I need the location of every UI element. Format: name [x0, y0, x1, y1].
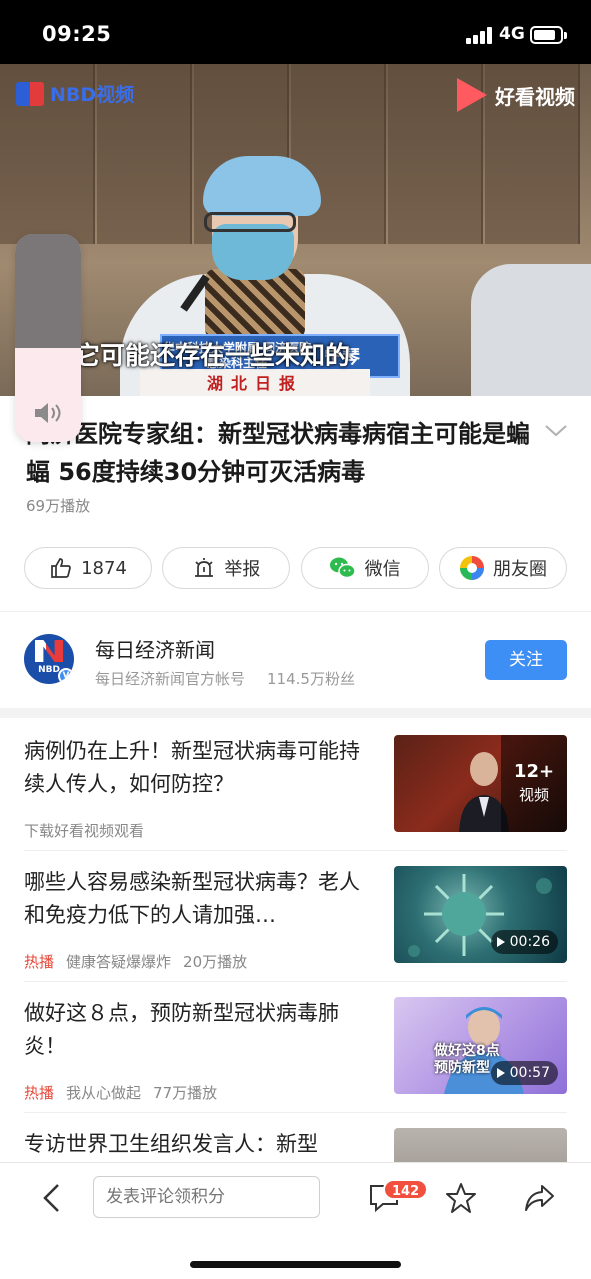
- video-bg-panel: [291, 64, 386, 244]
- moments-share-button[interactable]: 朋友圈: [438, 547, 567, 589]
- thumbnail-caption: 做好这8点 预防新型: [434, 1043, 500, 1077]
- channel-account-type: 每日经济新闻官方帐号: [95, 670, 246, 688]
- video-count-label: 视频: [518, 786, 549, 804]
- hot-tag: 热播: [24, 1084, 55, 1102]
- report-button[interactable]: 举报: [162, 547, 291, 589]
- nbd-logo-icon: [16, 81, 44, 106]
- comment-input[interactable]: [93, 1176, 320, 1218]
- list-item-meta: 热播 健康答疑爆爆炸 20万播放: [24, 951, 247, 972]
- play-icon: [496, 937, 505, 947]
- list-item-plays: 77万播放: [153, 1084, 218, 1102]
- comment-count-badge: 142: [383, 1179, 429, 1200]
- moments-icon: [459, 556, 484, 580]
- video-cap: [203, 156, 321, 216]
- haokan-logo-text: 好看视频: [495, 84, 575, 109]
- list-item-title: 哪些人容易感染新型冠状病毒？老人和免疫力低下的人请加强…: [24, 870, 360, 927]
- list-item-title: 病例仍在上升！新型冠状病毒可能持续人传人，如何防控？: [24, 739, 360, 796]
- moments-label: 朋友圈: [492, 559, 547, 580]
- video-thumbnail[interactable]: 12+ 视频: [394, 735, 567, 832]
- divider: [24, 981, 567, 982]
- video-chair: [471, 264, 591, 396]
- list-item-source: 健康答疑爆爆炸: [66, 953, 172, 971]
- thumbs-up-icon: [51, 558, 71, 578]
- status-time: 09:25: [42, 22, 112, 46]
- wechat-label: 微信: [364, 559, 401, 580]
- video-mask: [212, 224, 294, 280]
- nbd-logo: NBD视频: [16, 80, 134, 107]
- divider: [0, 611, 591, 612]
- channel-avatar[interactable]: NBD V: [24, 634, 74, 684]
- list-item[interactable]: 哪些人容易感染新型冠状病毒？老人和免疫力低下的人请加强… 热播 健康答疑爆爆炸 20…: [24, 866, 567, 997]
- list-item-source: 我从心做起: [66, 1084, 142, 1102]
- nbd-logo-text: NBD视频: [50, 84, 135, 106]
- list-item-title: 专访世界卫生组织发言人：新型: [24, 1132, 318, 1156]
- list-item[interactable]: 做好这８点，预防新型冠状病毒肺炎！ 热播 我从心做起 77万播放 做好这8点 预防新…: [24, 997, 567, 1128]
- duration-text: 00:57: [509, 1065, 550, 1081]
- list-item-plays: 20万播放: [183, 953, 248, 971]
- play-count: 69万播放: [26, 497, 91, 515]
- duration-badge: 00:26: [490, 930, 558, 954]
- report-label: 举报: [224, 559, 261, 580]
- video-count-overlay: 12+ 视频: [501, 735, 567, 832]
- divider: [24, 1112, 567, 1113]
- list-item-meta: 下载好看视频观看: [24, 820, 144, 841]
- video-count: 12+: [513, 761, 555, 782]
- status-bar: 09:25 4G: [0, 0, 591, 64]
- video-title: 同济医院专家组：新型冠状病毒病宿主可能是蝙蝠 56度持续30分钟可灭活病毒: [26, 420, 530, 486]
- like-count: 1874: [81, 557, 127, 579]
- video-thumbnail[interactable]: 做好这8点 预防新型 00:57: [394, 997, 567, 1094]
- video-glasses: [204, 212, 296, 232]
- thumbnail-caption-line: 做好这8点: [434, 1043, 500, 1059]
- signal-icon: [466, 27, 494, 44]
- video-subtitle: 它可能还存在一些未知的: [75, 341, 351, 370]
- follow-button[interactable]: 关注: [485, 640, 567, 680]
- video-thumbnail[interactable]: 00:26: [394, 866, 567, 963]
- verified-badge-icon: V: [58, 668, 74, 684]
- network-type: 4G: [499, 24, 525, 44]
- play-icon: [496, 1068, 505, 1078]
- channel-fans: 114.5万粉丝: [267, 670, 355, 688]
- volume-slider[interactable]: [15, 234, 81, 442]
- action-bar: 1874 举报 微信 朋友圈: [24, 547, 567, 589]
- list-item-title: 做好这８点，预防新型冠状病毒肺炎！: [24, 1001, 339, 1058]
- speaker-icon: [35, 403, 61, 423]
- video-player[interactable]: 华中科技大学附属 同济医院感染科主任 宁琴 湖北日报 它可能还存在一些未知的 N…: [0, 64, 591, 396]
- wechat-share-button[interactable]: 微信: [300, 547, 429, 589]
- battery-icon: [530, 26, 567, 44]
- duration-text: 00:26: [509, 934, 550, 950]
- duration-badge: 00:57: [490, 1061, 558, 1085]
- section-divider: [0, 708, 591, 718]
- like-button[interactable]: 1874: [24, 547, 152, 589]
- channel-description: 每日经济新闻官方帐号 114.5万粉丝: [95, 668, 355, 689]
- back-arrow-icon[interactable]: [38, 1181, 64, 1215]
- volume-empty-track: [15, 234, 81, 349]
- hot-tag: 热播: [24, 953, 55, 971]
- home-indicator: [190, 1261, 401, 1268]
- list-item-meta: 热播 我从心做起 77万播放: [24, 1082, 217, 1103]
- thumbnail-caption-line: 预防新型: [434, 1060, 490, 1076]
- share-icon[interactable]: [522, 1181, 556, 1215]
- chevron-down-icon[interactable]: [543, 418, 569, 444]
- haokan-play-icon: [457, 78, 487, 112]
- video-desk-plate: 湖北日报: [140, 369, 370, 396]
- nbd-n-logo: [35, 640, 63, 662]
- star-icon[interactable]: [444, 1181, 478, 1215]
- haokan-logo: 好看视频: [457, 78, 575, 112]
- list-item-source: 下载好看视频观看: [24, 822, 145, 840]
- channel-name[interactable]: 每日经济新闻: [95, 634, 215, 663]
- report-icon: [195, 558, 214, 577]
- list-item[interactable]: 病例仍在上升！新型冠状病毒可能持续人传人，如何防控？ 下载好看视频观看 12+ …: [24, 735, 567, 866]
- wechat-icon: [329, 557, 356, 579]
- divider: [24, 850, 567, 851]
